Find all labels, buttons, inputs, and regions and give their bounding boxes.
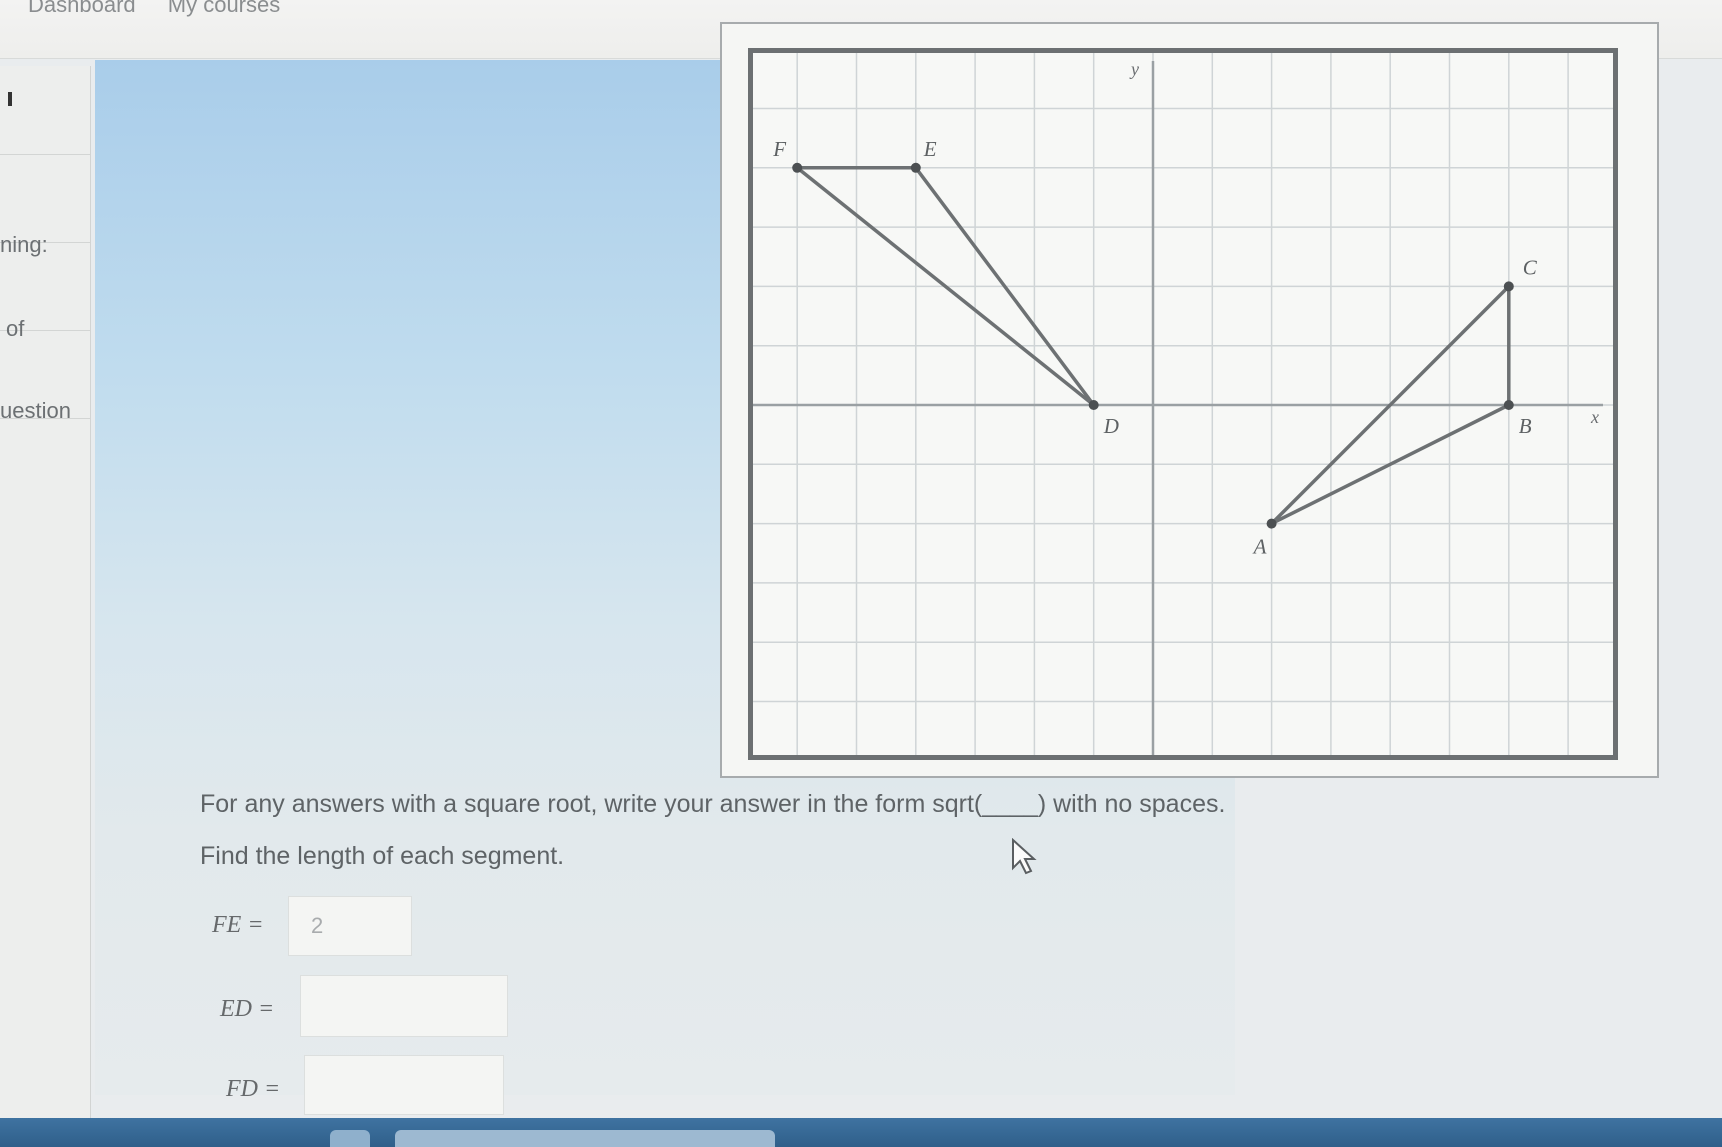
coordinate-graph: xy FEDCBA (748, 48, 1618, 760)
point-F (792, 162, 803, 173)
quiz-info-sidebar: ning: of uestion (0, 66, 91, 1136)
nav-my-courses-link[interactable]: My courses (168, 0, 280, 17)
ed-label: ED = (220, 996, 275, 1022)
fe-answer-field[interactable]: 2 (288, 896, 412, 956)
sidebar-item-flag-question[interactable]: uestion (0, 330, 90, 423)
ed-answer-field[interactable] (300, 975, 508, 1037)
point-label-B: B (1519, 414, 1532, 438)
point-labels: F E D C B A (772, 137, 1538, 559)
status-marker (8, 92, 12, 106)
x-axis-label: x (1590, 407, 1599, 427)
fe-label: FE = (212, 912, 264, 938)
sidebar-item-status (0, 66, 90, 155)
point-label-A: A (1252, 535, 1267, 559)
prompt-text: Find the length of each segment. (200, 842, 565, 870)
sidebar-item-label: uestion (0, 398, 71, 423)
point-label-D: D (1103, 414, 1119, 438)
fd-label: FD = (226, 1076, 281, 1102)
point-E (910, 162, 921, 173)
mouse-pointer-icon (1012, 838, 1037, 875)
instruction-text: For any answers with a square root, writ… (200, 790, 1226, 818)
taskbar-app-icon[interactable] (330, 1130, 370, 1147)
y-axis-label: y (1129, 59, 1139, 79)
point-C (1503, 281, 1514, 292)
nav-dashboard-link[interactable]: Dashboard (28, 0, 136, 17)
point-A (1266, 518, 1277, 529)
point-label-F: F (772, 137, 786, 161)
breadcrumb: Dashboard My courses (28, 0, 306, 18)
point-label-E: E (923, 137, 937, 161)
taskbar-search[interactable] (395, 1130, 775, 1147)
graph-svg: xy F EDCBA (753, 53, 1613, 755)
axes: xy (753, 59, 1603, 755)
point-B (1503, 400, 1514, 410)
fd-answer-field[interactable] (304, 1055, 504, 1115)
sidebar-item-marks: of (0, 242, 90, 341)
point-D (1088, 400, 1099, 410)
point-label-C: C (1523, 255, 1538, 279)
taskbar (0, 1118, 1722, 1147)
sidebar-item-marking: ning: (0, 154, 90, 257)
